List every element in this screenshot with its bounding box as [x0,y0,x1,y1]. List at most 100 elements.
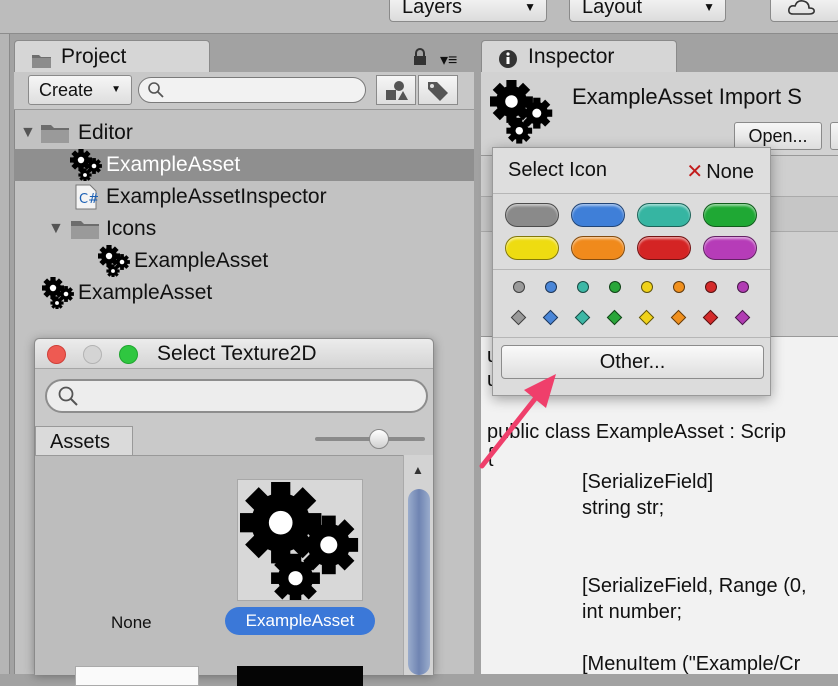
slider-handle[interactable] [369,429,389,449]
none-button[interactable]: ✕ None [686,159,754,184]
label-icon-swatch[interactable] [571,236,625,260]
select-texture-window: Select Texture2D Assets ▲ None ExampleAs… [34,338,434,686]
none-label: None [706,161,754,183]
dot-icon-swatch[interactable] [513,281,525,293]
texture-grid [35,455,433,675]
tree-item-editor[interactable]: ▼ Editor [14,117,474,149]
tree-item-exampleassetinspector[interactable]: C# ExampleAssetInspector [14,181,474,213]
top-toolbar: Layers ▼ Layout ▼ [0,0,838,34]
tree-item-exampleasset-selected[interactable]: ExampleAsset [14,149,474,181]
divider [493,269,770,270]
layout-dropdown[interactable]: Layout ▼ [569,0,726,22]
vertical-scrollbar[interactable]: ▲ [403,455,433,675]
label-icon-swatch[interactable] [571,203,625,227]
open-button[interactable]: Open... [734,122,822,150]
tag-icon [428,82,448,101]
tab-inspector-label: Inspector [528,45,615,68]
close-window-button[interactable] [47,345,66,364]
tab-project-label: Project [61,45,127,68]
cloud-icon [788,0,815,15]
label-icon-swatch[interactable] [505,236,559,260]
scroll-up-icon[interactable]: ▲ [412,463,424,477]
tab-assets[interactable]: Assets [35,426,133,456]
tree-item-label: ExampleAsset [106,153,241,176]
label-icon-swatch[interactable] [703,236,757,260]
diamond-icon-swatch[interactable] [734,309,751,326]
texture-search-input[interactable] [45,379,428,413]
diamond-icon-swatch[interactable] [606,309,623,326]
create-button[interactable]: Create ▼ [28,75,132,105]
diamond-icon-swatch[interactable] [670,309,687,326]
project-toolbar: Create ▼ [14,72,474,110]
gears-icon [70,149,102,181]
scrollbar-thumb[interactable] [408,489,430,675]
folder-icon [71,221,99,239]
diamond-icon-swatch[interactable] [574,309,591,326]
tree-item-exampleasset-root[interactable]: ExampleAsset [14,277,474,309]
select-icon-popup: Select Icon ✕ None Other... [492,147,771,396]
dot-icon-swatch[interactable] [705,281,717,293]
code-line: [SerializeField, Range (0, [582,575,807,597]
label-icon-swatch[interactable] [505,203,559,227]
code-line: [MenuItem ("Example/Cr [582,653,801,675]
dot-icon-swatch[interactable] [609,281,621,293]
divider [493,337,770,338]
tree-item-label: ExampleAsset [78,281,213,304]
create-label: Create [39,80,94,100]
diamond-icon-swatch[interactable] [510,309,527,326]
code-line: int number; [582,601,683,623]
popup-header: Select Icon ✕ None [493,148,770,194]
tab-inspector[interactable]: Inspector [481,40,677,72]
popup-title: Select Icon [508,159,607,181]
code-line: string str; [582,497,665,519]
tree-item-label: Editor [78,121,133,144]
asset-icon-button[interactable] [490,80,560,150]
gears-icon [238,480,362,600]
gears-icon [42,277,74,309]
cloud-button[interactable] [770,0,838,22]
label-icon-swatch[interactable] [637,203,691,227]
svg-text:C#: C# [79,192,98,207]
tree-item-icons[interactable]: ▼ Icons [14,213,474,245]
diamond-icon-swatch[interactable] [638,309,655,326]
csharp-script-icon: C# [75,184,98,210]
filter-by-type-button[interactable] [376,75,416,105]
layers-dropdown[interactable]: Layers ▼ [389,0,547,22]
texture-tile-white[interactable] [75,666,199,686]
dot-icon-swatch[interactable] [673,281,685,293]
label-icon-swatch[interactable] [637,236,691,260]
more-button[interactable] [830,122,838,150]
dot-icon-swatch[interactable] [641,281,653,293]
panel-menu-icon[interactable]: ▾≡ [440,50,457,70]
minimize-window-button[interactable] [83,345,102,364]
texture-tile-exampleasset[interactable] [237,479,363,601]
annotation-arrow-icon [479,374,556,469]
tree-item-exampleasset[interactable]: ExampleAsset [14,245,474,277]
dot-icon-swatch[interactable] [577,281,589,293]
disclosure-open-icon: ▼ [48,220,64,237]
diamond-icon-swatch[interactable] [702,309,719,326]
shapes-icon [386,81,408,100]
project-search-input[interactable] [138,77,366,103]
dot-icon-swatch[interactable] [737,281,749,293]
disclosure-open-icon: ▼ [20,124,36,141]
dot-icon-swatch[interactable] [545,281,557,293]
lock-icon[interactable] [412,48,428,71]
texture-label-selected[interactable]: ExampleAsset [225,607,375,635]
search-icon [148,82,164,98]
filter-by-label-button[interactable] [418,75,458,105]
label-icon-swatch[interactable] [703,203,757,227]
gears-icon [98,245,130,277]
diamond-icon-swatch[interactable] [542,309,559,326]
zoom-window-button[interactable] [119,345,138,364]
tab-project[interactable]: Project [14,40,210,72]
tree-item-label: Icons [106,217,157,240]
close-icon: ✕ [686,161,704,183]
texture-label-none[interactable]: None [111,613,152,633]
texture-tile-black[interactable] [237,666,363,686]
window-title: Select Texture2D [157,342,317,365]
search-icon [58,386,78,406]
tree-item-label: ExampleAssetInspector [106,185,327,208]
chevron-down-icon: ▼ [111,84,121,95]
window-title-bar[interactable]: Select Texture2D [35,339,433,369]
